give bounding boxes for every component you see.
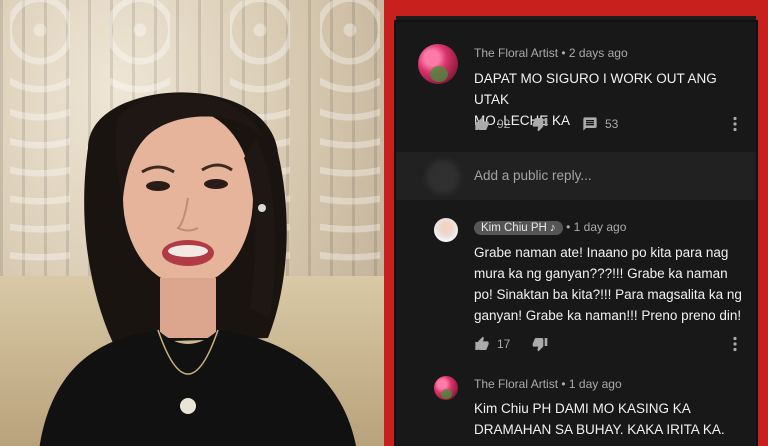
meta-separator: • [566, 220, 574, 234]
avatar-floral-artist[interactable] [418, 44, 458, 84]
comment-author[interactable]: The Floral Artist [474, 46, 558, 60]
dislike-button[interactable] [532, 116, 548, 132]
reply-floral-artist: The Floral Artist • 1 day ago Kim Chiu P… [396, 364, 756, 446]
comments-panel: The Floral Artist • 2 days ago DAPAT MO … [396, 22, 756, 446]
reply-time[interactable]: 1 day ago [569, 377, 622, 391]
video-frame [0, 0, 384, 446]
thumbs-down-icon [532, 336, 548, 352]
reply-text: Kim Chiu PH DAMI MO KASING KA DRAMAHAN S… [474, 398, 752, 440]
reply-actions: 17 [474, 336, 756, 356]
comment-meta: The Floral Artist • 2 days ago [474, 46, 628, 60]
more-options-button[interactable] [732, 116, 738, 132]
like-button[interactable]: 92 [474, 116, 510, 132]
avatar-floral-artist[interactable] [434, 376, 458, 400]
reply-meta: Kim Chiu PH ♪ • 1 day ago [474, 220, 626, 235]
reply-time[interactable]: 1 day ago [574, 220, 627, 234]
thumbs-up-icon [474, 336, 490, 352]
reply-line: Grabe naman ate! Inaano po kita para nag [474, 245, 729, 260]
reply-meta: The Floral Artist • 1 day ago [474, 377, 622, 391]
more-vertical-icon [733, 116, 737, 132]
comment-time[interactable]: 2 days ago [569, 46, 628, 60]
like-count: 92 [497, 117, 511, 131]
comment-main: The Floral Artist • 2 days ago DAPAT MO … [396, 22, 756, 152]
reply-line: Kim Chiu PH DAMI MO KASING KA [474, 401, 691, 416]
comment-icon [582, 116, 598, 132]
comment-actions: 92 53 [474, 116, 756, 136]
speaker-image [39, 92, 356, 446]
reply-count: 53 [605, 117, 619, 131]
reply-line: DRAMAHAN SA BUHAY. KAKA IRITA KA. [474, 422, 725, 437]
meta-separator: • [561, 46, 569, 60]
reply-kim-chiu: Kim Chiu PH ♪ • 1 day ago Grabe naman at… [396, 206, 756, 362]
like-button[interactable]: 17 [474, 336, 510, 352]
like-count: 17 [497, 337, 511, 351]
reply-button[interactable]: 53 [582, 116, 618, 132]
reply-line: ganyan! Grabe ka naman!!! Preno preno di… [474, 308, 742, 323]
reply-author[interactable]: The Floral Artist [474, 377, 558, 391]
dislike-button[interactable] [532, 336, 548, 352]
meta-separator: • [561, 377, 569, 391]
author-badge[interactable]: Kim Chiu PH ♪ [474, 221, 563, 235]
comment-line: DAPAT MO SIGURO I WORK OUT ANG UTAK [474, 71, 717, 107]
thumbs-down-icon [532, 116, 548, 132]
reply-input-box[interactable]: Add a public reply... [396, 152, 756, 200]
reply-line: mura ka ng ganyan???!!! Grabe ka naman [474, 266, 728, 281]
avatar-kim-chiu[interactable] [434, 218, 458, 242]
thumbs-up-icon [474, 116, 490, 132]
reply-placeholder[interactable]: Add a public reply... [474, 168, 592, 183]
more-vertical-icon [733, 336, 737, 352]
reply-line: po! Sinaktan ba kita?!!! Para magsalita … [474, 287, 742, 302]
reply-text: Grabe naman ate! Inaano po kita para nag… [474, 242, 752, 326]
user-avatar [426, 160, 460, 194]
more-options-button[interactable] [732, 336, 738, 352]
